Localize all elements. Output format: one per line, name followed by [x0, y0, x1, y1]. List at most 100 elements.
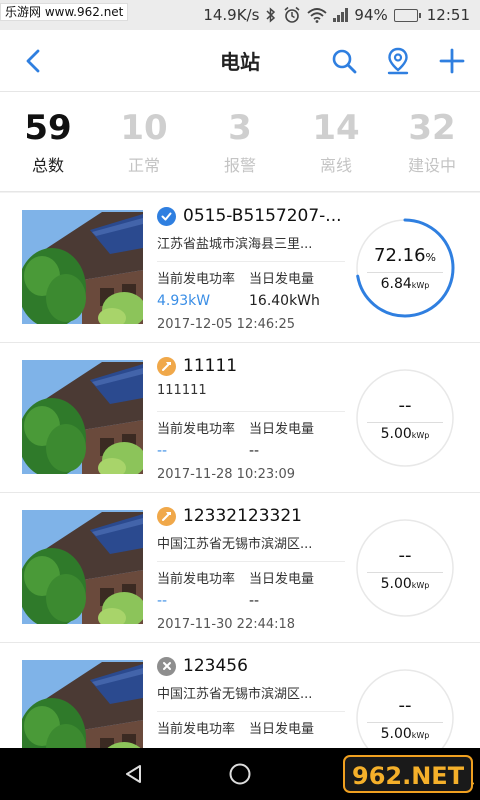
- station-info: 0515-B5157207-... 江苏省盐城市滨海县三里... 当前发电功率 …: [157, 203, 345, 332]
- station-photo: [22, 510, 143, 624]
- daily-energy: --: [249, 593, 260, 609]
- total-label: 总数: [31, 155, 64, 175]
- divider: [157, 411, 345, 412]
- svg-text:962.NET 乐游网: 962.NET 乐游网: [352, 762, 474, 790]
- current-power: 4.93kW: [157, 293, 211, 309]
- clock: 12:51: [426, 6, 470, 24]
- building-label: 建设中: [407, 155, 456, 175]
- installed-capacity: 5.00kWp: [380, 725, 430, 742]
- normal-label: 正常: [127, 155, 160, 175]
- station-name-row: 0515-B5157207-...: [157, 203, 345, 229]
- current-power: --: [157, 593, 168, 609]
- station-info: 123456 中国江苏省无锡市滨湖区... 当前发电功率 当日发电量 -- --: [157, 653, 345, 748]
- divider: [157, 261, 345, 262]
- nav-back-button[interactable]: [120, 761, 148, 787]
- energy-label: 当日发电量: [249, 272, 315, 287]
- energy-label: 当日发电量: [249, 722, 315, 737]
- efficiency-percent: --: [398, 544, 412, 566]
- building-count: 32: [408, 107, 456, 148]
- update-time: 2017-11-28 10:23:09: [157, 467, 296, 482]
- efficiency-ring: 72.16% 6.84kWp: [354, 217, 456, 319]
- filter-normal[interactable]: 10 正常: [96, 108, 192, 176]
- total-count: 59: [24, 107, 72, 148]
- efficiency-ring: -- 5.00kWp: [354, 367, 456, 469]
- efficiency-percent: 72.16%: [374, 244, 436, 266]
- update-time: 2017-12-05 12:46:25: [157, 317, 296, 332]
- station-card-3[interactable]: 12332123321 中国江苏省无锡市滨湖区... 当前发电功率 当日发电量 …: [0, 493, 480, 643]
- efficiency-percent: --: [398, 394, 412, 416]
- energy-label: 当日发电量: [249, 572, 315, 587]
- station-name: 11111: [183, 356, 238, 376]
- station-address: 111111: [157, 383, 207, 398]
- station-name-row: 12332123321: [157, 503, 345, 529]
- metric-values: 4.93kW 16.40kWh: [157, 293, 345, 309]
- search-icon: [332, 49, 357, 74]
- installed-capacity: 5.00kWp: [380, 575, 430, 592]
- station-name-row: 11111: [157, 353, 345, 379]
- station-address: 江苏省盐城市滨海县三里...: [157, 237, 313, 251]
- power-label: 当前发电功率: [157, 272, 236, 287]
- nav-home-button[interactable]: [226, 761, 254, 787]
- station-info: 12332123321 中国江苏省无锡市滨湖区... 当前发电功率 当日发电量 …: [157, 503, 345, 632]
- station-name: 123456: [183, 656, 248, 676]
- station-summary: 59 总数 10 正常 3 报警 14 离线 32 建设中: [0, 92, 480, 192]
- filter-offline[interactable]: 14 离线: [288, 108, 384, 176]
- back-triangle-icon: [126, 765, 141, 783]
- battery-percent: 94%: [354, 6, 388, 24]
- add-station-button[interactable]: [434, 44, 470, 78]
- power-label: 当前发电功率: [157, 422, 236, 437]
- filter-alarm[interactable]: 3 报警: [192, 108, 288, 176]
- back-button[interactable]: [16, 44, 50, 78]
- station-card-2[interactable]: 11111 111111 当前发电功率 当日发电量 -- -- 2017-11-…: [0, 343, 480, 493]
- efficiency-ring: -- 5.00kWp: [354, 517, 456, 619]
- daily-energy: --: [249, 443, 260, 459]
- bluetooth-icon: [266, 7, 276, 23]
- installed-capacity: 6.84kWp: [380, 275, 430, 292]
- alarm-label: 报警: [223, 155, 256, 175]
- station-photo: [22, 660, 143, 748]
- metric-values: -- --: [157, 593, 345, 609]
- hammer-icon: [157, 356, 176, 376]
- installed-capacity: 5.00kWp: [380, 425, 430, 442]
- normal-count: 10: [120, 107, 168, 148]
- back-icon: [26, 49, 40, 73]
- signal-icon: [333, 8, 349, 22]
- daily-energy: 16.40kWh: [249, 293, 320, 309]
- station-info: 11111 111111 当前发电功率 当日发电量 -- -- 2017-11-…: [157, 353, 345, 482]
- energy-label: 当日发电量: [249, 422, 315, 437]
- metric-labels: 当前发电功率 当日发电量: [157, 718, 345, 737]
- watermark-logo: 962.NET 乐游网: [343, 755, 474, 793]
- system-nav-bar: 962.NET 乐游网: [0, 748, 480, 800]
- efficiency-percent: --: [398, 694, 412, 716]
- check-icon: [157, 206, 176, 226]
- station-name: 12332123321: [183, 506, 302, 526]
- divider: [157, 561, 345, 562]
- station-photo: [22, 210, 143, 324]
- alarm-count: 3: [228, 107, 252, 148]
- divider: [157, 711, 345, 712]
- metric-values: -- --: [157, 443, 345, 459]
- station-card-4[interactable]: 123456 中国江苏省无锡市滨湖区... 当前发电功率 当日发电量 -- --…: [0, 643, 480, 748]
- power-label: 当前发电功率: [157, 572, 236, 587]
- network-speed: 14.9K/s: [203, 6, 260, 24]
- efficiency-ring: -- 5.00kWp: [354, 667, 456, 748]
- status-indicators: 14.9K/s 94% 12:51: [203, 6, 470, 24]
- alarm-icon: [284, 6, 300, 23]
- watermark-top-left: 乐游网 www.962.net: [0, 3, 129, 21]
- station-card-1[interactable]: 0515-B5157207-... 江苏省盐城市滨海县三里... 当前发电功率 …: [0, 193, 480, 343]
- map-location-button[interactable]: [380, 44, 416, 78]
- station-list[interactable]: 0515-B5157207-... 江苏省盐城市滨海县三里... 当前发电功率 …: [0, 193, 480, 748]
- station-name: 0515-B5157207-...: [183, 206, 342, 226]
- plus-icon: [439, 48, 465, 74]
- current-power: --: [157, 443, 168, 459]
- wifi-icon: [307, 8, 328, 23]
- x-icon: [157, 656, 176, 676]
- search-button[interactable]: [326, 44, 362, 78]
- filter-building[interactable]: 32 建设中: [384, 108, 480, 176]
- station-address: 中国江苏省无锡市滨湖区...: [157, 687, 313, 701]
- update-time: 2017-11-30 22:44:18: [157, 617, 296, 632]
- battery-icon: [393, 8, 421, 22]
- filter-total[interactable]: 59 总数: [0, 108, 96, 176]
- app-bar: 电站: [0, 30, 480, 92]
- station-name-row: 123456: [157, 653, 345, 679]
